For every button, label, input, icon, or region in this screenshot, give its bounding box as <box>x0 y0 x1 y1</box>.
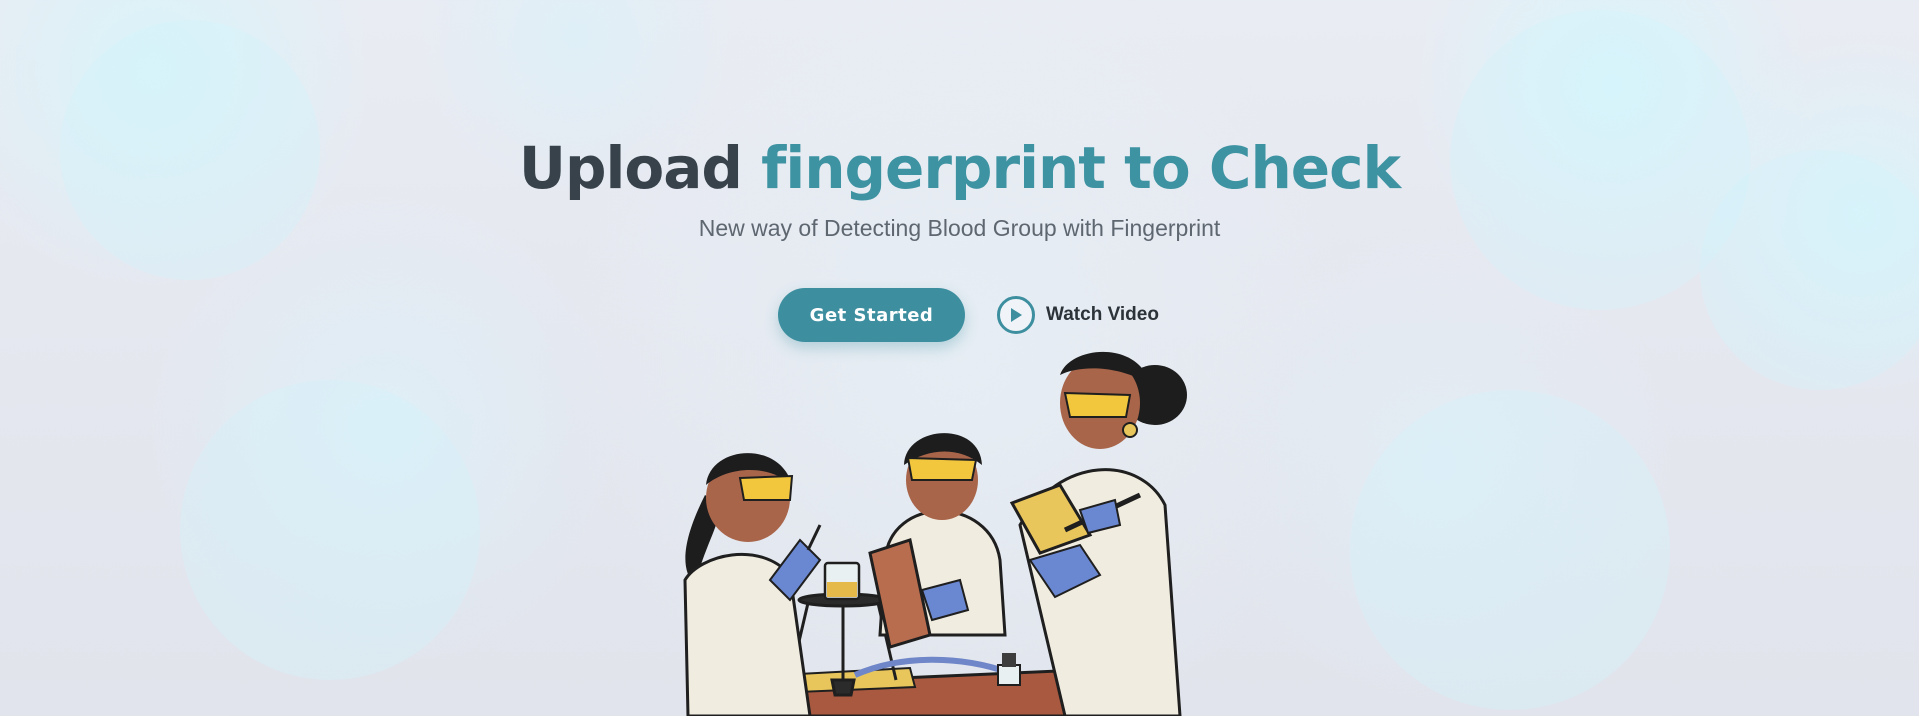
vial <box>997 653 1021 686</box>
hero-section: Upload fingerprint to Check New way of D… <box>0 128 1919 248</box>
watch-video-button[interactable]: Watch Video <box>997 296 1159 334</box>
hero-title: Upload fingerprint to Check <box>0 128 1919 208</box>
left-scientist <box>683 453 822 716</box>
background-bokeh <box>180 380 480 680</box>
beaker <box>823 561 861 601</box>
middle-scientist <box>868 433 1007 649</box>
play-icon[interactable] <box>997 296 1035 334</box>
scientists-illustration <box>683 351 1187 716</box>
watch-video-label: Watch Video <box>1046 304 1159 325</box>
hero-title-accent: fingerprint to Check <box>761 134 1401 202</box>
right-scientist <box>1009 351 1187 716</box>
hero-subtitle: New way of Detecting Blood Group with Fi… <box>698 215 1221 241</box>
get-started-button[interactable]: Get Started <box>778 288 965 342</box>
hero-actions: Get Started Watch Video <box>778 288 1159 342</box>
hero-title-lead: Upload <box>518 134 743 202</box>
background-bokeh <box>1350 390 1670 710</box>
